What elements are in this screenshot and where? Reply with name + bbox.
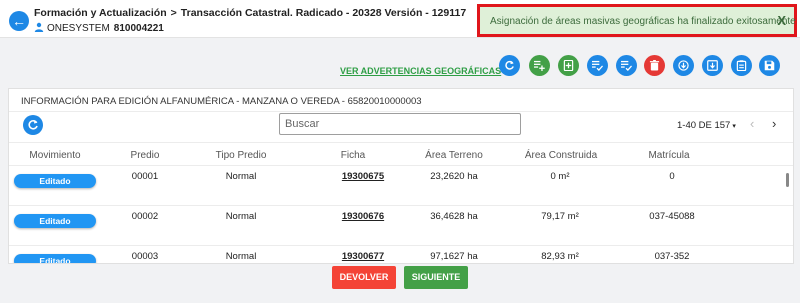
- siguiente-button[interactable]: SIGUIENTE: [404, 266, 468, 289]
- devolver-button[interactable]: DEVOLVER: [332, 266, 396, 289]
- alphanumeric-edit-panel: INFORMACIÓN PARA EDICIÓN ALFANUMÉRICA - …: [8, 88, 794, 264]
- column-header-area-construida[interactable]: Área Construida: [525, 150, 597, 161]
- area-construida-cell: 82,93 m²: [541, 251, 579, 262]
- delete-sweep-icon[interactable]: [644, 55, 665, 76]
- table-refresh-icon[interactable]: [23, 115, 43, 135]
- area-terreno-cell: 23,2620 ha: [430, 171, 478, 182]
- matricula-cell: 037-352: [654, 251, 690, 262]
- area-construida-cell: 79,17 m²: [541, 211, 579, 222]
- breadcrumb-item-transaccion: Transacción Catastral. Radicado - 20328 …: [180, 7, 467, 19]
- column-header-predio[interactable]: Predio: [131, 150, 160, 161]
- chevron-right-icon[interactable]: ›: [772, 116, 776, 131]
- predio-cell: 00001: [131, 171, 159, 182]
- user-icon: [34, 22, 44, 32]
- table-row: Editado 00003 Normal 19300677 97,1627 ha…: [9, 246, 793, 263]
- playlist-check-alt-icon[interactable]: [616, 55, 637, 76]
- breadcrumb: Formación y Actualización > Transacción Ca…: [34, 7, 466, 19]
- breadcrumb-item-formacion[interactable]: Formación y Actualización: [34, 7, 167, 19]
- area-terreno-cell: 97,1627 ha: [430, 251, 478, 262]
- area-terreno-cell: 36,4628 ha: [430, 211, 478, 222]
- matricula-cell: 0: [669, 171, 675, 182]
- pager-range[interactable]: 1-40 DE 157 ▾: [677, 120, 736, 131]
- movimiento-button[interactable]: Editado: [14, 174, 96, 188]
- column-header-area-terreno[interactable]: Área Terreno: [425, 150, 483, 161]
- success-toast: Asignación de áreas masivas geográficas …: [477, 4, 797, 37]
- column-header-tipo-predio[interactable]: Tipo Predio: [216, 150, 267, 161]
- playlist-check-icon[interactable]: [587, 55, 608, 76]
- chevron-left-icon[interactable]: ‹: [750, 116, 754, 131]
- area-construida-cell: 0 m²: [550, 171, 570, 182]
- breadcrumb-separator: >: [170, 7, 177, 19]
- tipo-predio-cell: Normal: [225, 251, 257, 262]
- save-icon[interactable]: [759, 55, 780, 76]
- download-circle-icon[interactable]: [673, 55, 694, 76]
- panel-title: INFORMACIÓN PARA EDICIÓN ALFANUMÉRICA - …: [21, 96, 422, 107]
- ficha-link[interactable]: 19300677: [342, 251, 384, 262]
- movimiento-button[interactable]: Editado: [14, 254, 96, 263]
- tipo-predio-cell: Normal: [225, 211, 257, 222]
- matricula-cell: 037-45088: [649, 211, 695, 222]
- table-row: Editado 00002 Normal 19300676 36,4628 ha…: [9, 206, 793, 246]
- column-header-ficha[interactable]: Ficha: [341, 150, 365, 161]
- tipo-predio-cell: Normal: [225, 171, 257, 182]
- refresh-icon[interactable]: [499, 55, 520, 76]
- column-header-matricula[interactable]: Matrícula: [648, 150, 689, 161]
- pager-range-text: 1-40 DE 157: [677, 120, 731, 131]
- table-scrollbar[interactable]: [786, 173, 789, 187]
- user-name: ONESYSTEM: [47, 23, 110, 34]
- search-input[interactable]: [279, 113, 521, 135]
- file-download-icon[interactable]: [702, 55, 723, 76]
- table-row: Editado 00001 Normal 19300675 23,2620 ha…: [9, 166, 793, 206]
- pager-caret-icon: ▾: [732, 123, 736, 130]
- toast-close-button[interactable]: X: [777, 13, 786, 28]
- ficha-link[interactable]: 19300676: [342, 211, 384, 222]
- user-info: ONESYSTEM 810004221: [34, 22, 164, 34]
- back-arrow-icon[interactable]: ←: [9, 11, 29, 31]
- table-header: Movimiento Predio Tipo Predio Ficha Área…: [9, 142, 793, 166]
- playlist-add-icon[interactable]: [529, 55, 550, 76]
- geographic-warnings-link[interactable]: VER ADVERTENCIAS GEOGRÁFICAS: [340, 66, 501, 76]
- movimiento-button[interactable]: Editado: [14, 214, 96, 228]
- clipboard-list-icon[interactable]: [731, 55, 752, 76]
- predio-cell: 00003: [131, 251, 159, 262]
- column-header-movimiento[interactable]: Movimiento: [29, 150, 80, 161]
- note-add-icon[interactable]: [558, 55, 579, 76]
- user-code: 810004221: [113, 23, 164, 34]
- panel-divider: [9, 111, 793, 112]
- ficha-link[interactable]: 19300675: [342, 171, 384, 182]
- predio-cell: 00002: [131, 211, 159, 222]
- toast-message: Asignación de áreas masivas geográficas …: [490, 16, 796, 27]
